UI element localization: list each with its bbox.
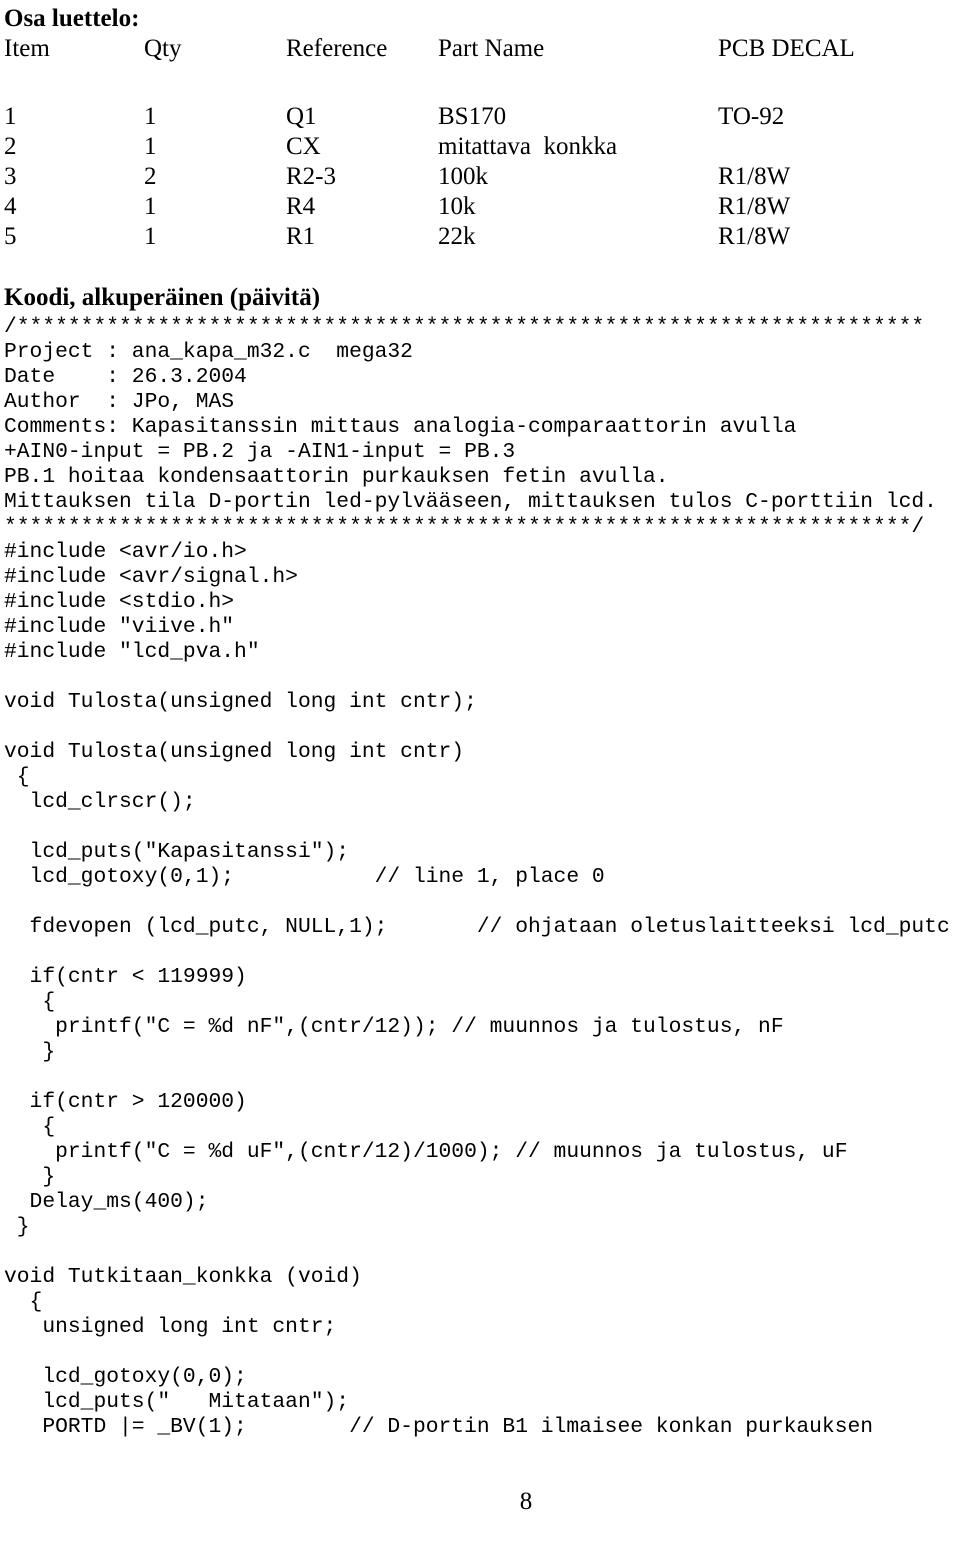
cell-pcb-decal: R1/8W xyxy=(718,163,791,190)
code-line: } xyxy=(4,1215,30,1239)
parts-list-section: Osa luettelo: Item Qty Reference Part Na… xyxy=(4,4,954,252)
cell-part-name: 22k xyxy=(438,223,476,250)
cell-item: 3 xyxy=(4,163,17,190)
code-line: #include "lcd_pva.h" xyxy=(4,640,260,664)
code-line: #include <avr/signal.h> xyxy=(4,565,298,589)
code-section-title: Koodi, alkuperäinen (päivitä) xyxy=(4,284,321,311)
code-line: /***************************************… xyxy=(4,315,925,339)
cell-item: 4 xyxy=(4,193,17,220)
table-row: 1 1 Q1 BS170 TO-92 xyxy=(4,102,954,132)
parts-list-title: Osa luettelo: xyxy=(4,5,140,32)
cell-part-name: 10k xyxy=(438,193,476,220)
code-line: lcd_puts(" Mitataan"); xyxy=(4,1390,350,1414)
cell-part-name: mitattava konkka xyxy=(438,133,618,160)
code-line: { xyxy=(4,1115,56,1139)
code-line: lcd_gotoxy(0,1); // line 1, place 0 xyxy=(4,865,605,889)
code-line: lcd_puts("Kapasitanssi"); xyxy=(4,840,350,864)
code-line: PB.1 hoitaa kondensaattorin purkauksen f… xyxy=(4,465,669,489)
code-line: ****************************************… xyxy=(4,515,925,539)
code-line: printf("C = %d nF",(cntr/12)); // muunno… xyxy=(4,1015,784,1039)
cell-pcb-decal: R1/8W xyxy=(718,193,791,220)
cell-qty: 2 xyxy=(144,163,157,190)
column-header-part-name: Part Name xyxy=(438,35,545,62)
code-line: lcd_gotoxy(0,0); xyxy=(4,1365,247,1389)
cell-item: 2 xyxy=(4,133,17,160)
cell-reference: R4 xyxy=(286,193,316,220)
code-line: { xyxy=(4,1290,43,1314)
code-line: if(cntr > 120000) xyxy=(4,1090,247,1114)
parts-table-body: 1 1 Q1 BS170 TO-92 2 1 CX mitattava konkka 3 2 R2-3… xyxy=(4,102,954,252)
code-line: } xyxy=(4,1040,56,1064)
code-line: } xyxy=(4,1165,56,1189)
code-line: Date : 26.3.2004 xyxy=(4,365,247,389)
code-line: Author : JPo, MAS xyxy=(4,390,235,414)
source-code-listing: /***************************************… xyxy=(4,315,960,1440)
table-spacer-row xyxy=(4,64,954,102)
code-line: void Tutkitaan_konkka (void) xyxy=(4,1265,362,1289)
code-line: Delay_ms(400); xyxy=(4,1190,209,1214)
page-footer: 8 xyxy=(0,1487,960,1517)
cell-pcb-decal: TO-92 xyxy=(718,103,785,130)
table-header-row: Item Qty Reference Part Name PCB DECAL xyxy=(4,34,954,64)
table-row: 5 1 R1 22k R1/8W xyxy=(4,222,954,252)
cell-reference: R1 xyxy=(286,223,316,250)
page-number: 8 xyxy=(519,1488,533,1515)
code-line: Comments: Kapasitanssin mittaus analogia… xyxy=(4,415,797,439)
cell-pcb-decal xyxy=(718,132,954,162)
code-line: void Tulosta(unsigned long int cntr); xyxy=(4,690,477,714)
cell-item: 1 xyxy=(4,103,17,130)
cell-reference: R2-3 xyxy=(286,163,336,190)
code-line: void Tulosta(unsigned long int cntr) xyxy=(4,740,465,764)
cell-qty: 1 xyxy=(144,103,157,130)
document-page: Osa luettelo: Item Qty Reference Part Na… xyxy=(0,0,960,1545)
code-line: Project : ana_kapa_m32.c mega32 xyxy=(4,340,413,364)
column-header-item: Item xyxy=(4,35,50,62)
table-row: 4 1 R4 10k R1/8W xyxy=(4,192,954,222)
cell-part-name: BS170 xyxy=(438,103,507,130)
cell-reference: Q1 xyxy=(286,103,317,130)
table-row: 2 1 CX mitattava konkka xyxy=(4,132,954,162)
cell-item: 5 xyxy=(4,223,17,250)
column-header-reference: Reference xyxy=(286,35,388,62)
column-header-pcb-decal: PCB DECAL xyxy=(718,35,855,62)
cell-part-name: 100k xyxy=(438,163,488,190)
column-header-qty: Qty xyxy=(144,35,182,62)
code-line: fdevopen (lcd_putc, NULL,1); // ohjataan… xyxy=(4,915,950,939)
code-line: #include <avr/io.h> xyxy=(4,540,247,564)
cell-qty: 1 xyxy=(144,133,157,160)
code-line: +AIN0-input = PB.2 ja -AIN1-input = PB.3 xyxy=(4,440,516,464)
code-line: unsigned long int cntr; xyxy=(4,1315,337,1339)
code-line: { xyxy=(4,990,56,1014)
code-line: printf("C = %d uF",(cntr/12)/1000); // m… xyxy=(4,1140,848,1164)
cell-qty: 1 xyxy=(144,223,157,250)
cell-reference: CX xyxy=(286,133,321,160)
code-line: #include <stdio.h> xyxy=(4,590,235,614)
code-line: #include "viive.h" xyxy=(4,615,235,639)
code-section: Koodi, alkuperäinen (päivitä) /*********… xyxy=(4,283,960,1440)
parts-list-table: Item Qty Reference Part Name PCB DECAL 1… xyxy=(4,34,954,252)
code-line: PORTD |= _BV(1); // D-portin B1 ilmaisee… xyxy=(4,1415,874,1439)
table-row: 3 2 R2-3 100k R1/8W xyxy=(4,162,954,192)
code-line: lcd_clrscr(); xyxy=(4,790,196,814)
code-line: Mittauksen tila D-portin led-pylvääseen,… xyxy=(4,490,937,514)
code-line: { xyxy=(4,765,30,789)
cell-pcb-decal: R1/8W xyxy=(718,223,791,250)
code-line: if(cntr < 119999) xyxy=(4,965,247,989)
cell-qty: 1 xyxy=(144,193,157,220)
